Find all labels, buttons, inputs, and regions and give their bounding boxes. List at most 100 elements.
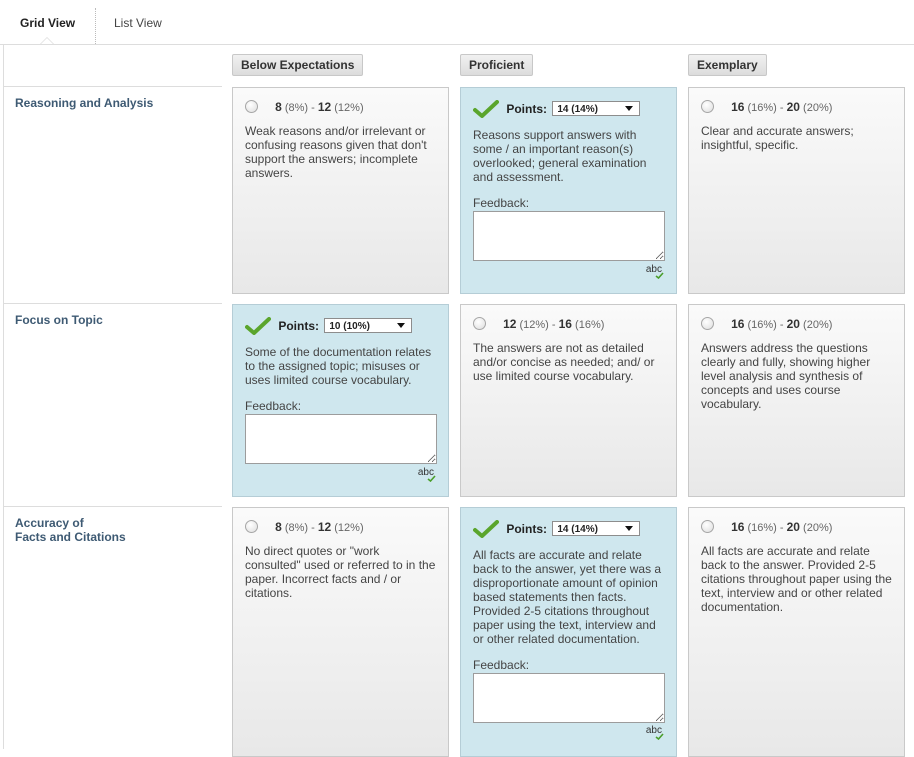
left-border <box>3 44 4 749</box>
range-high-percent: (16%) <box>575 319 605 331</box>
row-divider <box>3 506 222 507</box>
rubric-cell[interactable]: 16 (16%) - 20 (20%) All facts are accura… <box>688 507 905 757</box>
feedback-textarea[interactable] <box>473 673 665 723</box>
points-label: Points: <box>506 102 548 116</box>
criterion-label-line2: Facts and Citations <box>15 530 126 544</box>
spellcheck-button[interactable]: abc <box>646 264 664 279</box>
spellcheck-check-icon <box>655 272 664 279</box>
range-high: 12 <box>317 100 332 114</box>
level-description: Clear and accurate answers; insightful, … <box>701 124 854 152</box>
points-dropdown[interactable]: 10 (10%) <box>324 318 413 333</box>
range-high-percent: (20%) <box>803 102 833 114</box>
level-radio[interactable] <box>701 100 714 113</box>
points-dropdown[interactable]: 14 (14%) <box>552 101 641 116</box>
points-dropdown-value: 10 (10%) <box>329 321 370 332</box>
level-radio[interactable] <box>245 520 258 533</box>
criterion-label: Focus on Topic <box>15 313 103 327</box>
checkmark-icon <box>473 100 499 121</box>
range-separator: - <box>311 522 315 534</box>
feedback-label: Feedback: <box>245 399 302 413</box>
rubric-cell-selected[interactable]: Points: 14 (14%) Reasons support answers… <box>460 87 677 294</box>
range-low-percent: (16%) <box>747 522 777 534</box>
spellcheck-button[interactable]: abc <box>418 467 436 482</box>
points-label: Points: <box>506 522 548 536</box>
points-selector-row: Points: 14 (14%) <box>473 520 665 538</box>
points-dropdown-value: 14 (14%) <box>557 524 598 535</box>
points-label: Points: <box>278 319 320 333</box>
range-high: 16 <box>558 317 572 331</box>
dropdown-arrow-icon <box>625 106 634 111</box>
level-description: No direct quotes or "work consulted" use… <box>245 544 436 600</box>
row-divider <box>3 86 222 87</box>
points-dropdown-value: 14 (14%) <box>557 104 598 115</box>
level-radio[interactable] <box>245 100 258 113</box>
level-radio[interactable] <box>473 317 486 330</box>
range-low: 8 <box>275 100 282 114</box>
range-low: 16 <box>731 317 745 331</box>
range-high-percent: (12%) <box>334 102 364 114</box>
range-low: 12 <box>503 317 517 331</box>
points-range: 8 (8%) - 12 (12%) <box>245 520 437 534</box>
dropdown-arrow-icon <box>397 323 406 328</box>
level-description: All facts are accurate and relate back t… <box>473 548 662 646</box>
criterion-reasoning-and-analysis: Reasoning and Analysis <box>15 96 153 110</box>
spellcheck-check-icon <box>655 733 664 740</box>
spellcheck-button[interactable]: abc <box>646 725 664 740</box>
range-low: 16 <box>731 520 745 534</box>
range-low-percent: (16%) <box>747 102 777 114</box>
rubric-cell[interactable]: 16 (16%) - 20 (20%) Clear and accurate a… <box>688 87 905 294</box>
column-header-exemplary: Exemplary <box>688 54 767 76</box>
tab-divider <box>95 8 96 44</box>
feedback-label: Feedback: <box>473 658 530 672</box>
range-separator: - <box>779 102 784 114</box>
points-range: 12 (12%) - 16 (16%) <box>473 317 665 331</box>
column-header-below-expectations: Below Expectations <box>232 54 364 76</box>
criterion-label-line1: Accuracy of <box>15 516 84 530</box>
range-high-percent: (20%) <box>803 319 833 331</box>
points-selector-row: Points: 10 (10%) <box>245 317 437 335</box>
rubric-cell-selected[interactable]: Points: 14 (14%) All facts are accurate … <box>460 507 677 757</box>
rubric-cell-selected[interactable]: Points: 10 (10%) Some of the documentati… <box>232 304 449 497</box>
range-low-percent: (8%) <box>284 102 309 114</box>
feedback-label: Feedback: <box>473 196 530 210</box>
range-separator: - <box>311 102 315 114</box>
range-high-percent: (20%) <box>803 522 833 534</box>
level-description: All facts are accurate and relate back t… <box>701 544 892 614</box>
points-range: 16 (16%) - 20 (20%) <box>701 317 893 331</box>
range-separator: - <box>779 522 784 534</box>
feedback-textarea[interactable] <box>473 211 665 261</box>
tab-list-view[interactable]: List View <box>114 16 162 30</box>
points-range: 8 (8%) - 12 (12%) <box>245 100 437 114</box>
range-high: 12 <box>317 520 332 534</box>
range-separator: - <box>779 319 784 331</box>
points-selector-row: Points: 14 (14%) <box>473 100 665 118</box>
level-description: Weak reasons and/or irrelevant or confus… <box>245 124 427 180</box>
range-low: 16 <box>731 100 745 114</box>
level-radio[interactable] <box>701 520 714 533</box>
points-dropdown[interactable]: 14 (14%) <box>552 521 641 536</box>
active-tab-indicator <box>40 37 54 44</box>
level-description: Reasons support answers with some / an i… <box>473 128 647 184</box>
checkmark-icon <box>245 317 271 338</box>
dropdown-arrow-icon <box>625 526 634 531</box>
column-header-proficient: Proficient <box>460 54 534 76</box>
rubric-cell[interactable]: 8 (8%) - 12 (12%) No direct quotes or "w… <box>232 507 449 757</box>
range-high-percent: (12%) <box>334 522 364 534</box>
row-divider <box>3 303 222 304</box>
criterion-label: Reasoning and Analysis <box>15 96 154 110</box>
criterion-focus-on-topic: Focus on Topic <box>15 313 103 327</box>
level-radio[interactable] <box>701 317 714 330</box>
checkmark-icon <box>473 520 499 541</box>
rubric-cell[interactable]: 12 (12%) - 16 (16%) The answers are not … <box>460 304 677 497</box>
rubric-cell[interactable]: 16 (16%) - 20 (20%) Answers address the … <box>688 304 905 497</box>
level-description: Some of the documentation relates to the… <box>245 345 432 387</box>
criterion-accuracy-of-facts-and-citations: Accuracy of Facts and Citations <box>15 516 126 544</box>
tab-grid-view[interactable]: Grid View <box>20 16 75 30</box>
feedback-textarea[interactable] <box>245 414 437 464</box>
range-high: 20 <box>786 317 800 331</box>
rubric-cell[interactable]: 8 (8%) - 12 (12%) Weak reasons and/or ir… <box>232 87 449 294</box>
range-high: 20 <box>786 520 800 534</box>
range-separator: - <box>551 319 556 331</box>
range-low-percent: (8%) <box>284 522 309 534</box>
range-high: 20 <box>786 100 800 114</box>
